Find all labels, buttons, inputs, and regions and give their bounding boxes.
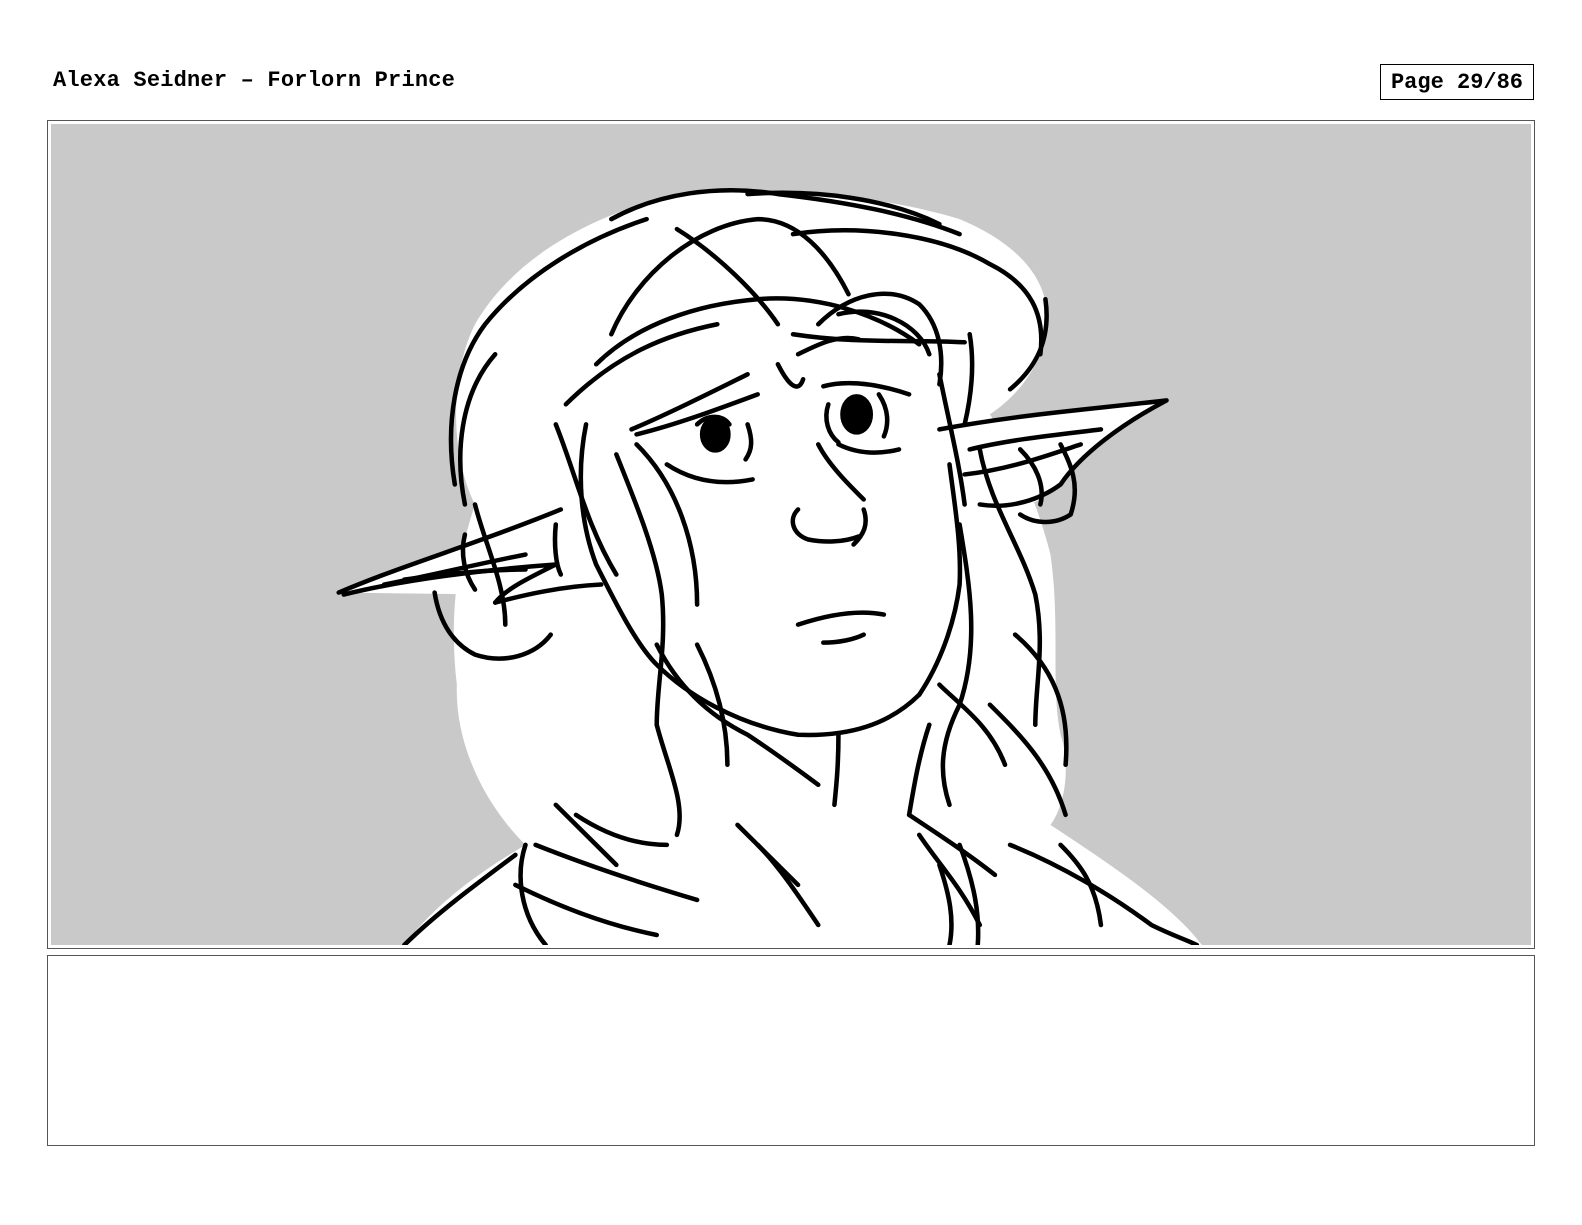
storyboard-sketch xyxy=(51,124,1531,945)
panel-notes-box xyxy=(47,955,1535,1146)
page-number-badge: Page 29/86 xyxy=(1380,64,1534,100)
elf-character-sketch xyxy=(336,188,1202,945)
document-title: Alexa Seidner – Forlorn Prince xyxy=(53,68,456,93)
storyboard-panel xyxy=(47,120,1535,949)
page-number-label: Page 29/86 xyxy=(1390,69,1524,95)
